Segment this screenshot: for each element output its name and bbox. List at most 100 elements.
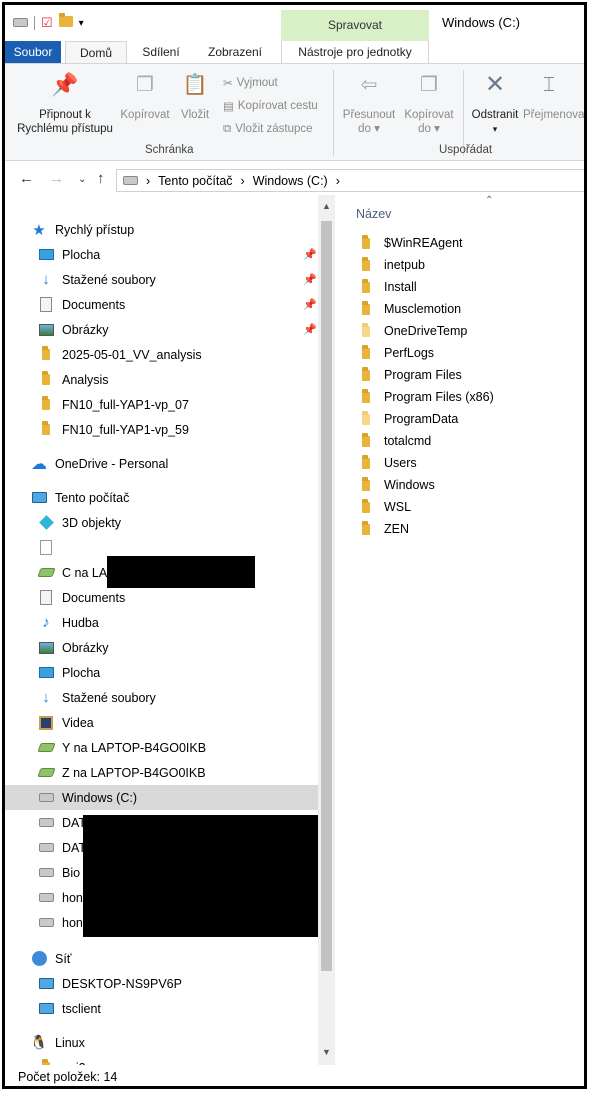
nav-scrollbar[interactable]: ▲ ▼ (318, 195, 335, 1065)
back-arrow-icon[interactable]: ← (19, 170, 34, 187)
address-path[interactable]: › Tento počítač › Windows (C:) › (116, 169, 584, 192)
cut-button[interactable]: ✂ Vyjmout (223, 73, 278, 93)
new-folder-icon[interactable] (58, 13, 73, 30)
breadcrumb-this-pc[interactable]: Tento počítač (158, 174, 232, 188)
move-to-button[interactable]: ⇦ Přesunout do ▾ (339, 75, 399, 136)
list-item[interactable]: inetpub (362, 254, 425, 276)
nav-downloads[interactable]: ↓ Stažené soubory (38, 267, 156, 292)
folder-icon (362, 344, 378, 361)
scroll-up-arrow-icon[interactable]: ▲ (322, 201, 331, 211)
computer-icon (31, 490, 47, 506)
pin-to-quick-access-button[interactable]: 📌 Připnout k Rychlému přístupu (13, 74, 117, 136)
nav-label: Plocha (62, 665, 101, 680)
nav-drive[interactable]: Bio (38, 860, 80, 885)
nav-pictures[interactable]: Obrázky (38, 635, 109, 660)
nav-documents[interactable]: Documents (38, 292, 125, 317)
list-item[interactable]: totalcmd (362, 430, 431, 452)
nav-quick-access[interactable]: ★ Rychlý přístup (31, 217, 134, 242)
nav-linux-folder[interactable]: oni2msc (38, 1055, 109, 1065)
list-item[interactable]: Users (362, 452, 417, 474)
nav-folder[interactable]: Analysis (38, 367, 109, 392)
nav-network[interactable]: Síť (31, 946, 72, 971)
nav-3d-objects[interactable]: 3D objekty (38, 510, 121, 535)
nav-drive[interactable]: DAT (38, 810, 86, 835)
tab-share[interactable]: Sdílení (130, 41, 192, 63)
nav-linux[interactable]: 🐧 Linux (30, 1030, 85, 1055)
clipboard-group-label: Schránka (145, 144, 194, 156)
delete-button[interactable]: ✕ Odstranit ▾ (467, 73, 523, 136)
tab-home[interactable]: Domů (65, 41, 127, 64)
copy-to-icon: ❐ (420, 74, 438, 96)
paste-shortcut-button[interactable]: ⧉ Vložit zástupce (223, 119, 313, 139)
nav-folder[interactable]: 2025-05-01_VV_analysis (38, 342, 202, 367)
desktop-icon (38, 247, 54, 263)
cube-icon (38, 515, 54, 531)
drive-icon (38, 865, 54, 881)
list-item[interactable]: $WinREAgent (362, 232, 463, 254)
copy-label: Kopírovat (120, 109, 170, 121)
list-item[interactable]: OneDriveTemp (362, 320, 467, 342)
drive-icon[interactable] (13, 16, 28, 30)
list-item[interactable]: ProgramData (362, 408, 458, 430)
nav-this-pc[interactable]: Tento počítač (31, 485, 129, 510)
column-header-name[interactable]: Název (356, 207, 391, 221)
up-arrow-icon[interactable]: ↑ (97, 170, 105, 187)
nav-label: 3D objekty (62, 515, 122, 530)
nav-label: DESKTOP-NS9PV6P (62, 976, 182, 991)
tab-view[interactable]: Zobrazení (200, 41, 270, 63)
tab-file[interactable]: Soubor (5, 41, 61, 63)
copy-to-button[interactable]: ❐ Kopírovat do ▾ (399, 74, 459, 136)
nav-documents[interactable]: Documents (38, 585, 125, 610)
list-item[interactable]: Musclemotion (362, 298, 461, 320)
download-icon: ↓ (42, 689, 50, 706)
nav-videos[interactable]: Videa (38, 710, 94, 735)
rename-button[interactable]: ⌶ Přejmenova (523, 75, 584, 122)
copy-path-button[interactable]: ▤ Kopírovat cestu (223, 96, 318, 116)
pictures-icon (38, 640, 54, 656)
copy-button[interactable]: ❐ Kopírovat (117, 75, 173, 122)
nav-onedrive[interactable]: ☁ OneDrive - Personal (31, 451, 168, 476)
tab-drive-tools[interactable]: Nástroje pro jednotky (281, 41, 429, 63)
explorer-window: ☑ ▾ Spravovat Windows (C:) Soubor Domů S… (2, 2, 587, 1089)
properties-icon[interactable]: ☑ (41, 15, 53, 31)
list-item[interactable]: WSL (362, 496, 411, 518)
folder-icon (362, 256, 378, 273)
nav-network-computer[interactable]: tsclient (38, 996, 101, 1021)
list-item[interactable]: Program Files (x86) (362, 386, 494, 408)
nav-label: Síť (55, 951, 72, 966)
nav-folder[interactable]: FN10_full-YAP1-vp_07 (38, 392, 189, 417)
nav-folder[interactable]: FN10_full-YAP1-vp_59 (38, 417, 189, 442)
forward-arrow-icon[interactable]: → (49, 170, 64, 187)
file-name: $WinREAgent (384, 236, 463, 250)
nav-network-drive-z[interactable]: Z na LAPTOP-B4GO0IKB (36, 760, 206, 785)
nav-desktop[interactable]: Plocha (38, 660, 100, 685)
pin-icon: 📌 (303, 274, 317, 286)
list-item[interactable]: Install (362, 276, 417, 298)
nav-network-computer[interactable]: DESKTOP-NS9PV6P (38, 971, 182, 996)
recent-locations-chevron-icon[interactable]: ⌄ (78, 174, 86, 185)
list-item[interactable]: Windows (362, 474, 435, 496)
nav-network-drive-y[interactable]: Y na LAPTOP-B4GO0IKB (36, 735, 206, 760)
breadcrumb-drive-c[interactable]: Windows (C:) (253, 174, 328, 188)
nav-network-drive-c[interactable]: C na LAP (36, 560, 116, 585)
breadcrumb-separator: › (240, 173, 245, 188)
nav-drive-c-selected[interactable]: Windows (C:) (5, 785, 318, 810)
nav-drive[interactable]: DAT (38, 835, 86, 860)
nav-desktop[interactable]: Plocha (38, 242, 100, 267)
nav-downloads[interactable]: ↓ Stažené soubory (38, 685, 156, 710)
nav-drive[interactable]: hon (38, 910, 83, 935)
list-item[interactable]: ZEN (362, 518, 409, 540)
paste-button[interactable]: 📋 Vložit (175, 75, 215, 122)
file-name: Program Files (384, 368, 462, 382)
list-item[interactable]: PerfLogs (362, 342, 434, 364)
nav-drive[interactable]: hon (38, 885, 83, 910)
drive-icon (38, 790, 54, 806)
scrollbar-thumb[interactable] (321, 221, 332, 971)
scroll-down-arrow-icon[interactable]: ▼ (322, 1047, 331, 1057)
nav-music[interactable]: ♪ Hudba (38, 610, 99, 635)
customize-qat-icon[interactable]: ▾ (79, 18, 84, 29)
nav-pictures[interactable]: Obrázky (38, 317, 109, 342)
nav-label: Tento počítač (55, 490, 130, 505)
list-item[interactable]: Program Files (362, 364, 462, 386)
nav-unnamed-item[interactable] (38, 535, 62, 560)
